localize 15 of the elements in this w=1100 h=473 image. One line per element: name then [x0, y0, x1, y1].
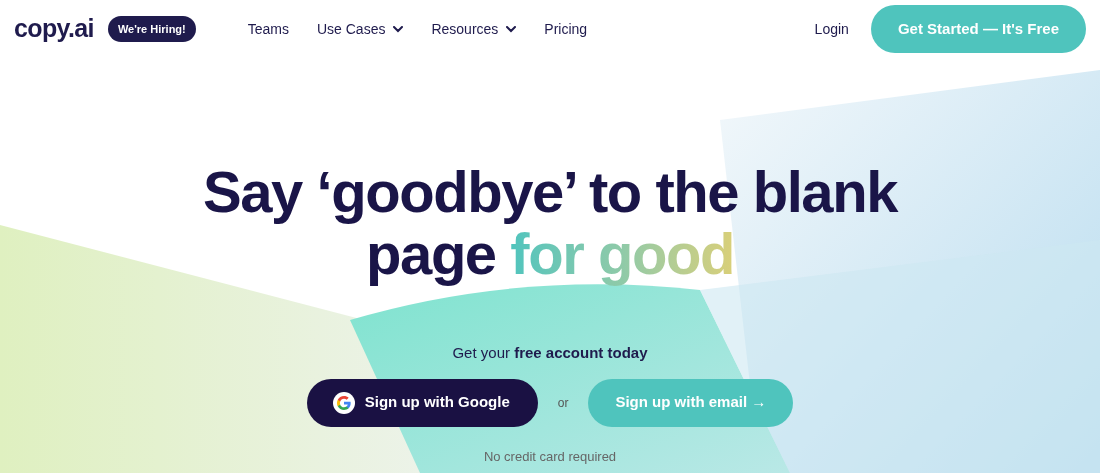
subtitle: Get your free account today: [452, 343, 648, 363]
nav-link[interactable]: Teams: [247, 18, 289, 40]
chevron-down-icon: [393, 25, 404, 33]
headline: Say ‘goodbye’ to the blank page for good: [203, 161, 897, 285]
chevron-down-icon: [506, 25, 517, 33]
login-link[interactable]: Login: [814, 18, 849, 40]
google-icon: [332, 391, 355, 414]
google-signup-button[interactable]: Sign up with Google: [306, 378, 538, 427]
hiring-badge[interactable]: We're Hiring!: [107, 15, 196, 43]
or-separator: or: [557, 394, 569, 412]
logo[interactable]: copy.ai: [14, 10, 94, 48]
nav-link[interactable]: Use Cases: [316, 18, 404, 40]
nav-link[interactable]: Pricing: [544, 18, 588, 40]
note: No credit card required: [483, 447, 617, 466]
nav-link[interactable]: Resources: [431, 18, 517, 40]
